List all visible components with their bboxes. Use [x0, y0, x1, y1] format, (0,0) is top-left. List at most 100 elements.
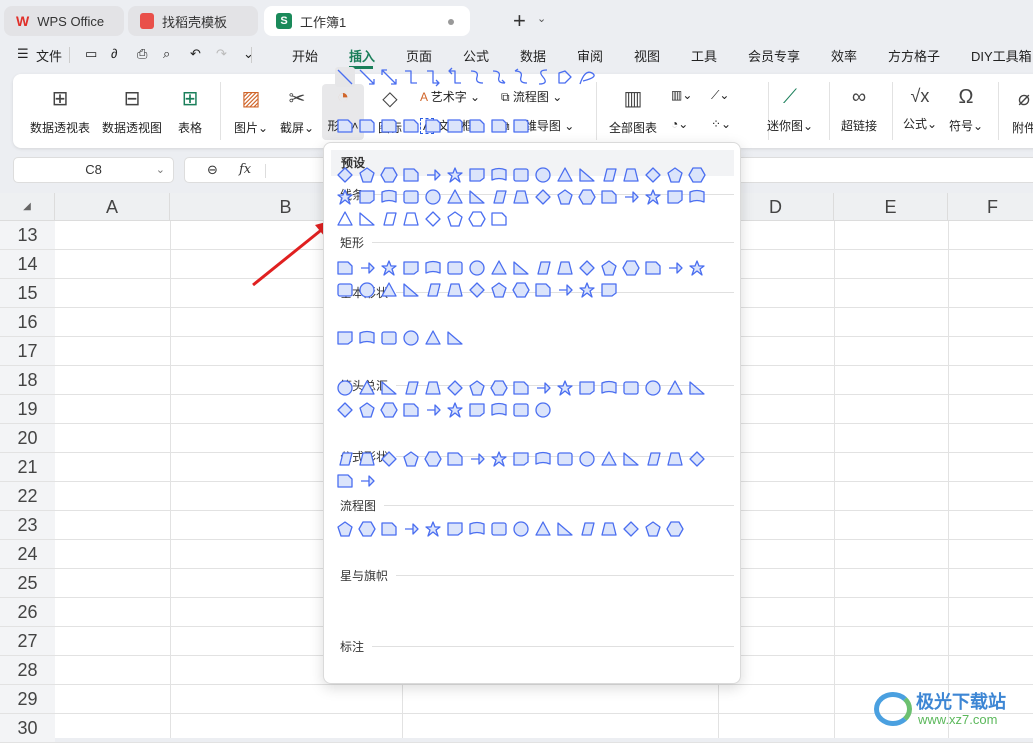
shape-option-icon[interactable]: [577, 67, 597, 87]
shape-option-icon[interactable]: [379, 519, 399, 539]
shape-option-icon[interactable]: [379, 280, 399, 300]
shape-option-icon[interactable]: [665, 187, 685, 207]
row-header[interactable]: 24: [0, 540, 55, 569]
shape-option-icon[interactable]: [665, 519, 685, 539]
shape-option-icon[interactable]: [599, 378, 619, 398]
shape-option-icon[interactable]: [687, 258, 707, 278]
shape-option-icon[interactable]: [335, 378, 355, 398]
column-header-a[interactable]: A: [55, 193, 170, 221]
shape-option-icon[interactable]: [643, 378, 663, 398]
shape-option-icon[interactable]: [467, 187, 487, 207]
shape-option-icon[interactable]: [599, 258, 619, 278]
row-header[interactable]: 23: [0, 511, 55, 540]
shape-option-icon[interactable]: [665, 165, 685, 185]
shape-option-icon[interactable]: [533, 519, 553, 539]
shape-option-icon[interactable]: [621, 187, 641, 207]
redo-icon[interactable]: ↷: [216, 46, 227, 62]
shape-option-icon[interactable]: [489, 116, 509, 136]
sparkline-button[interactable]: ⟋ 迷你图⌄: [765, 86, 815, 134]
shape-option-icon[interactable]: [511, 378, 531, 398]
menu-file[interactable]: 文件: [36, 46, 62, 65]
shape-option-icon[interactable]: [599, 187, 619, 207]
row-header[interactable]: 18: [0, 366, 55, 395]
shape-option-icon[interactable]: [643, 187, 663, 207]
more-chevron-icon[interactable]: ⌄: [243, 46, 254, 62]
shape-option-icon[interactable]: [577, 378, 597, 398]
shape-option-icon[interactable]: [445, 209, 465, 229]
menu-tools[interactable]: 工具: [691, 46, 717, 65]
table-button[interactable]: ⊞ 表格: [173, 86, 207, 136]
shape-option-icon[interactable]: [445, 258, 465, 278]
shape-option-icon[interactable]: [489, 187, 509, 207]
shape-option-icon[interactable]: [511, 258, 531, 278]
shape-option-icon[interactable]: [511, 187, 531, 207]
shape-option-icon[interactable]: [445, 519, 465, 539]
all-charts-button[interactable]: ▥ 全部图表: [607, 86, 659, 136]
attachment-button[interactable]: ⌀ 附件: [1009, 86, 1033, 136]
shape-option-icon[interactable]: [533, 449, 553, 469]
shape-option-icon[interactable]: [511, 449, 531, 469]
symbol-button[interactable]: Ω 符号⌄: [947, 86, 985, 134]
shape-option-icon[interactable]: [401, 449, 421, 469]
tab-wps-office[interactable]: W WPS Office: [4, 6, 124, 36]
shape-option-icon[interactable]: [467, 378, 487, 398]
column-chart-dropdown[interactable]: ▥⌄: [671, 88, 692, 102]
tab-docer-templates[interactable]: 找稻壳模板: [128, 6, 258, 36]
shape-option-icon[interactable]: [665, 258, 685, 278]
shape-option-icon[interactable]: [423, 378, 443, 398]
shape-option-icon[interactable]: [533, 280, 553, 300]
shape-option-icon[interactable]: [489, 258, 509, 278]
shape-option-icon[interactable]: [577, 258, 597, 278]
shape-option-icon[interactable]: [357, 187, 377, 207]
shape-option-icon[interactable]: [555, 280, 575, 300]
row-header[interactable]: 30: [0, 714, 55, 743]
shape-option-icon[interactable]: [357, 209, 377, 229]
shape-option-icon[interactable]: [555, 449, 575, 469]
shape-option-icon[interactable]: [511, 280, 531, 300]
shape-option-icon[interactable]: [379, 258, 399, 278]
shape-option-icon[interactable]: [577, 187, 597, 207]
shape-option-icon[interactable]: [335, 471, 355, 491]
shape-option-icon[interactable]: [533, 258, 553, 278]
shape-option-icon[interactable]: [357, 519, 377, 539]
shape-option-icon[interactable]: [335, 519, 355, 539]
row-header[interactable]: 15: [0, 279, 55, 308]
shape-option-icon[interactable]: [423, 187, 443, 207]
row-header[interactable]: 28: [0, 656, 55, 685]
shape-option-icon[interactable]: [445, 400, 465, 420]
shape-option-icon[interactable]: [445, 328, 465, 348]
menu-insert[interactable]: 插入: [349, 46, 375, 65]
shape-option-icon[interactable]: [401, 519, 421, 539]
print-preview-icon[interactable]: ⌕: [163, 46, 170, 62]
shape-option-icon[interactable]: [445, 449, 465, 469]
shape-option-icon[interactable]: [401, 328, 421, 348]
shape-option-icon[interactable]: [401, 258, 421, 278]
shape-option-icon[interactable]: [599, 165, 619, 185]
shape-option-icon[interactable]: [621, 519, 641, 539]
shape-option-icon[interactable]: [643, 165, 663, 185]
shape-option-icon[interactable]: [555, 258, 575, 278]
row-header[interactable]: 16: [0, 308, 55, 337]
column-header-f[interactable]: F: [948, 193, 1033, 221]
shape-option-icon[interactable]: [489, 378, 509, 398]
shape-option-icon[interactable]: [423, 258, 443, 278]
shape-option-icon[interactable]: [423, 165, 443, 185]
shape-option-icon[interactable]: [423, 400, 443, 420]
select-all-corner[interactable]: ◢: [0, 193, 55, 221]
shape-option-icon[interactable]: [445, 116, 465, 136]
shape-option-icon[interactable]: [533, 400, 553, 420]
shape-option-icon[interactable]: [401, 280, 421, 300]
shape-option-icon[interactable]: [379, 187, 399, 207]
shape-option-icon[interactable]: [401, 209, 421, 229]
screenshot-button[interactable]: ✂ 截屏⌄: [277, 86, 317, 136]
shape-option-icon[interactable]: [511, 67, 531, 87]
shape-option-icon[interactable]: [489, 400, 509, 420]
shape-option-icon[interactable]: [665, 449, 685, 469]
shape-option-icon[interactable]: [335, 67, 355, 87]
shape-option-icon[interactable]: [379, 116, 399, 136]
shape-option-icon[interactable]: [489, 209, 509, 229]
shape-option-icon[interactable]: [423, 116, 443, 136]
shape-option-icon[interactable]: [643, 519, 663, 539]
shape-option-icon[interactable]: [467, 400, 487, 420]
menu-review[interactable]: 审阅: [577, 46, 603, 65]
